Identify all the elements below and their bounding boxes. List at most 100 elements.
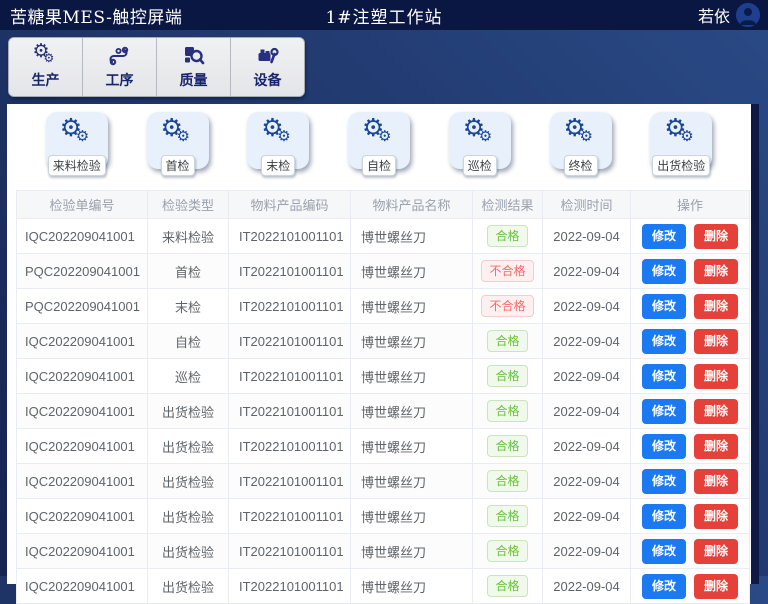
delete-button[interactable]: 删除: [694, 539, 738, 564]
cell-material-code: IT2022101001101: [229, 359, 351, 394]
qc-button-last[interactable]: ⚙⚙ 末检: [247, 112, 309, 169]
gears-icon: ⚙⚙: [261, 118, 295, 148]
cell-material-name: 博世螺丝刀: [351, 464, 473, 499]
cell-result: 合格: [473, 219, 543, 254]
edit-button[interactable]: 修改: [642, 259, 686, 284]
delete-button[interactable]: 删除: [694, 294, 738, 319]
delete-button[interactable]: 删除: [694, 434, 738, 459]
edit-button[interactable]: 修改: [642, 224, 686, 249]
header-result: 检测结果: [473, 191, 543, 219]
edit-button[interactable]: 修改: [642, 294, 686, 319]
equipment-icon: [256, 44, 280, 68]
cell-date: 2022-09-04: [543, 254, 631, 289]
cell-date: 2022-09-04: [543, 569, 631, 604]
toolbar-item-quality[interactable]: 质量: [157, 38, 231, 96]
cell-result: 不合格: [473, 289, 543, 324]
delete-button[interactable]: 删除: [694, 469, 738, 494]
result-badge: 合格: [487, 330, 527, 352]
toolbar-item-equipment[interactable]: 设备: [231, 38, 304, 96]
gears-icon: ⚙⚙: [362, 118, 396, 148]
toolbar-item-production[interactable]: ⚙⚙ 生产: [9, 38, 83, 96]
qc-button-label: 终检: [563, 155, 597, 176]
result-badge: 合格: [487, 470, 527, 492]
delete-button[interactable]: 删除: [694, 504, 738, 529]
edit-button[interactable]: 修改: [642, 504, 686, 529]
cell-inspection-type: 自检: [148, 324, 229, 359]
cell-operations: 修改 删除: [631, 429, 750, 464]
table-body: IQC202209041001 来料检验 IT2022101001101 博世螺…: [17, 219, 751, 604]
edit-button[interactable]: 修改: [642, 469, 686, 494]
gears-icon: ⚙⚙: [60, 118, 94, 148]
cell-date: 2022-09-04: [543, 219, 631, 254]
qc-button-patrol[interactable]: ⚙⚙ 巡检: [449, 112, 511, 169]
cell-date: 2022-09-04: [543, 464, 631, 499]
gears-icon: ⚙⚙: [33, 44, 59, 68]
result-badge: 不合格: [481, 295, 533, 317]
toolbar-item-label: 工序: [106, 70, 134, 90]
delete-button[interactable]: 删除: [694, 259, 738, 284]
delete-button[interactable]: 删除: [694, 224, 738, 249]
cell-order-number: IQC202209041001: [17, 464, 148, 499]
cell-order-number: IQC202209041001: [17, 394, 148, 429]
cell-operations: 修改 删除: [631, 464, 750, 499]
header-type: 检验类型: [148, 191, 229, 219]
user-name: 若依: [698, 3, 730, 27]
table-row: IQC202209041001 出货检验 IT2022101001101 博世螺…: [17, 429, 751, 464]
qc-type-button-row: ⚙⚙ 来料检验 ⚙⚙ 首检 ⚙⚙ 末检 ⚙⚙ 自检 ⚙⚙ 巡检 ⚙⚙ 终检 ⚙⚙…: [7, 112, 751, 184]
cell-operations: 修改 删除: [631, 324, 750, 359]
cell-material-code: IT2022101001101: [229, 394, 351, 429]
cell-inspection-type: 出货检验: [148, 429, 229, 464]
edit-button[interactable]: 修改: [642, 364, 686, 389]
toolbar-item-process[interactable]: 工序: [83, 38, 157, 96]
qc-button-label: 末检: [261, 155, 295, 176]
top-bar: 苦糖果MES-触控屏端 1#注塑工作站 若依: [0, 0, 768, 30]
qc-button-outgoing[interactable]: ⚙⚙ 出货检验: [650, 112, 712, 169]
cell-material-name: 博世螺丝刀: [351, 569, 473, 604]
qc-button-label: 自检: [362, 155, 396, 176]
user-avatar-icon[interactable]: [736, 3, 760, 27]
delete-button[interactable]: 删除: [694, 364, 738, 389]
cell-inspection-type: 出货检验: [148, 394, 229, 429]
user-menu[interactable]: 若依: [698, 0, 760, 30]
cell-material-code: IT2022101001101: [229, 499, 351, 534]
cell-operations: 修改 删除: [631, 569, 750, 604]
cell-material-code: IT2022101001101: [229, 534, 351, 569]
cell-order-number: IQC202209041001: [17, 534, 148, 569]
cell-date: 2022-09-04: [543, 359, 631, 394]
cell-date: 2022-09-04: [543, 324, 631, 359]
edit-button[interactable]: 修改: [642, 574, 686, 599]
result-badge: 合格: [487, 225, 527, 247]
cell-result: 合格: [473, 429, 543, 464]
cell-order-number: IQC202209041001: [17, 219, 148, 254]
qc-button-final[interactable]: ⚙⚙ 终检: [550, 112, 612, 169]
cell-order-number: IQC202209041001: [17, 429, 148, 464]
delete-button[interactable]: 删除: [694, 329, 738, 354]
delete-button[interactable]: 删除: [694, 574, 738, 599]
cell-inspection-type: 末检: [148, 289, 229, 324]
table-row: IQC202209041001 巡检 IT2022101001101 博世螺丝刀…: [17, 359, 751, 394]
app-title: 苦糖果MES-触控屏端: [10, 3, 182, 28]
delete-button[interactable]: 删除: [694, 399, 738, 424]
table-row: IQC202209041001 来料检验 IT2022101001101 博世螺…: [17, 219, 751, 254]
cell-material-code: IT2022101001101: [229, 429, 351, 464]
header-date: 检测时间: [543, 191, 631, 219]
cell-result: 合格: [473, 499, 543, 534]
cell-date: 2022-09-04: [543, 429, 631, 464]
qc-button-self[interactable]: ⚙⚙ 自检: [348, 112, 410, 169]
cell-material-code: IT2022101001101: [229, 324, 351, 359]
edit-button[interactable]: 修改: [642, 434, 686, 459]
cell-operations: 修改 删除: [631, 254, 750, 289]
table-row: PQC202209041001 末检 IT2022101001101 博世螺丝刀…: [17, 289, 751, 324]
cell-material-name: 博世螺丝刀: [351, 324, 473, 359]
cell-result: 合格: [473, 569, 543, 604]
gears-icon: ⚙⚙: [564, 118, 598, 148]
table-header: 检验单编号 检验类型 物料产品编码 物料产品名称 检测结果 检测时间 操作: [17, 191, 751, 219]
edit-button[interactable]: 修改: [642, 329, 686, 354]
qc-button-first[interactable]: ⚙⚙ 首检: [147, 112, 209, 169]
edit-button[interactable]: 修改: [642, 539, 686, 564]
header-ops: 操作: [631, 191, 750, 219]
table-row: IQC202209041001 出货检验 IT2022101001101 博世螺…: [17, 464, 751, 499]
result-badge: 合格: [487, 365, 527, 387]
qc-button-incoming[interactable]: ⚙⚙ 来料检验: [46, 112, 108, 169]
edit-button[interactable]: 修改: [642, 399, 686, 424]
